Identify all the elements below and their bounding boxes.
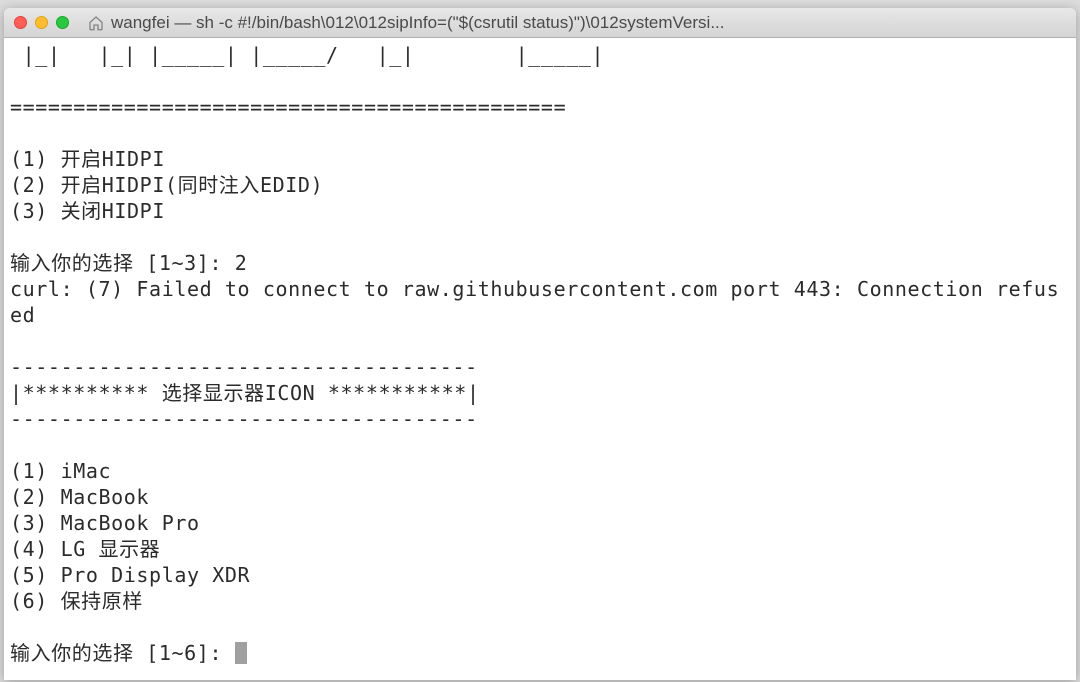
- menu-option-2: (2) 开启HIDPI(同时注入EDID): [10, 173, 323, 197]
- terminal-window: wangfei — sh -c #!/bin/bash\012\012sipIn…: [4, 8, 1076, 680]
- window-title: wangfei — sh -c #!/bin/bash\012\012sipIn…: [111, 13, 1066, 33]
- menu-option-1: (1) 开启HIDPI: [10, 147, 165, 171]
- prompt-line-1: 输入你的选择 [1~3]: 2: [10, 251, 247, 275]
- prompt-line-2: 输入你的选择 [1~6]:: [10, 641, 235, 665]
- terminal-output[interactable]: |_| |_| |_____| |_____/ |_| |_____| ====…: [4, 38, 1076, 680]
- separator-line: ========================================…: [10, 95, 566, 119]
- terminal-cursor: [235, 642, 247, 664]
- curl-error: curl: (7) Failed to connect to raw.githu…: [10, 277, 1059, 327]
- home-icon: [87, 14, 105, 32]
- maximize-icon[interactable]: [56, 16, 69, 29]
- minimize-icon[interactable]: [35, 16, 48, 29]
- titlebar[interactable]: wangfei — sh -c #!/bin/bash\012\012sipIn…: [4, 8, 1076, 38]
- icon-option-6: (6) 保持原样: [10, 589, 143, 613]
- icon-option-3: (3) MacBook Pro: [10, 511, 200, 535]
- icon-option-1: (1) iMac: [10, 459, 111, 483]
- menu-option-3: (3) 关闭HIDPI: [10, 199, 165, 223]
- icon-option-5: (5) Pro Display XDR: [10, 563, 250, 587]
- ascii-art-line: |_| |_| |_____| |_____/ |_| |_____|: [10, 43, 604, 67]
- dash-line-2: -------------------------------------: [10, 407, 478, 431]
- icon-option-2: (2) MacBook: [10, 485, 149, 509]
- window-controls: [14, 16, 69, 29]
- icon-option-4: (4) LG 显示器: [10, 537, 160, 561]
- dash-line: -------------------------------------: [10, 355, 478, 379]
- icon-header: |********** 选择显示器ICON ***********|: [10, 381, 480, 405]
- close-icon[interactable]: [14, 16, 27, 29]
